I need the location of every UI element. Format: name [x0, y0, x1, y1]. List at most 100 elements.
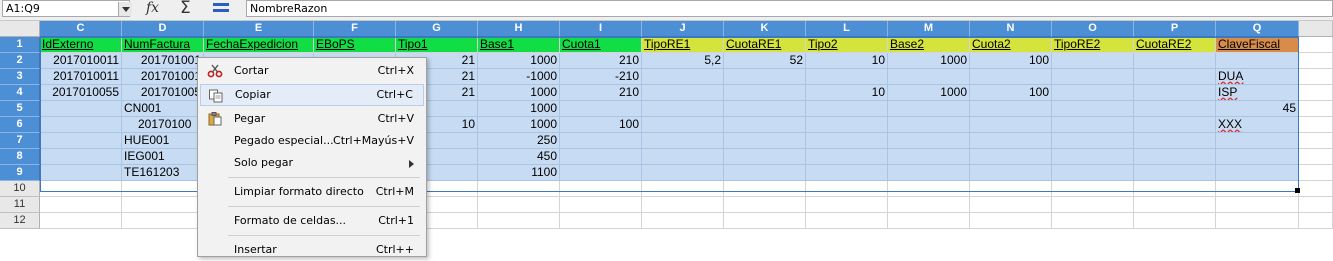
cell[interactable] [970, 133, 1052, 149]
menu-item-cortar[interactable]: Cortar Ctrl+X [200, 60, 424, 82]
column-header-d[interactable]: D [122, 21, 204, 37]
cell[interactable]: XXX [1216, 117, 1299, 133]
cell[interactable] [642, 133, 724, 149]
cell[interactable] [642, 149, 724, 165]
cell[interactable]: 2017010011 [40, 53, 122, 69]
menu-item-pegar[interactable]: Pegar Ctrl+V [200, 108, 424, 130]
cell[interactable] [642, 213, 724, 229]
cell[interactable]: 10 [806, 53, 888, 69]
header-cell[interactable]: Cuota1 [560, 37, 642, 53]
header-cell[interactable]: Tipo2 [806, 37, 888, 53]
header-cell[interactable]: EBoPS [314, 37, 396, 53]
cell[interactable] [1134, 213, 1216, 229]
column-header-o[interactable]: O [1052, 21, 1134, 37]
header-cell[interactable]: FechaExpedicion [204, 37, 314, 53]
row-header[interactable]: 2 [0, 53, 40, 69]
cell[interactable]: 5,2 [642, 53, 724, 69]
cell[interactable] [1299, 53, 1333, 69]
cell[interactable]: 10 [806, 85, 888, 101]
cell[interactable]: 201701001 [122, 69, 204, 85]
row-header[interactable]: 5 [0, 101, 40, 117]
cell[interactable] [806, 165, 888, 181]
cell[interactable] [970, 117, 1052, 133]
cell[interactable]: 210 [560, 85, 642, 101]
column-header-r[interactable] [1299, 21, 1333, 37]
cell[interactable] [888, 197, 970, 213]
cell[interactable] [122, 197, 204, 213]
cell[interactable] [40, 149, 122, 165]
cell[interactable] [1134, 85, 1216, 101]
cell[interactable]: 1000 [478, 85, 560, 101]
cell[interactable] [724, 101, 806, 117]
function-wizard-icon[interactable]: fx [146, 0, 159, 16]
column-header-p[interactable]: P [1134, 21, 1216, 37]
menu-item-limpiar-formato[interactable]: Limpiar formato directo Ctrl+M [200, 181, 424, 203]
row-header[interactable]: 11 [0, 197, 40, 213]
cell[interactable] [1134, 165, 1216, 181]
cell[interactable] [806, 197, 888, 213]
cell[interactable] [806, 101, 888, 117]
cell[interactable] [888, 117, 970, 133]
cell[interactable] [970, 181, 1052, 197]
cell[interactable] [888, 165, 970, 181]
cell[interactable] [806, 133, 888, 149]
cell[interactable]: TE161203 [122, 165, 204, 181]
column-header-n[interactable]: N [970, 21, 1052, 37]
cell[interactable]: HUE001 [122, 133, 204, 149]
cell[interactable] [970, 213, 1052, 229]
formula-icon[interactable] [213, 3, 229, 13]
menu-item-insertar[interactable]: Insertar Ctrl++ [200, 239, 424, 261]
formula-input[interactable]: NombreRazon [246, 0, 1333, 17]
row-header[interactable]: 4 [0, 85, 40, 101]
cell[interactable] [122, 213, 204, 229]
header-cell[interactable]: CuotaRE1 [724, 37, 806, 53]
cell[interactable] [1052, 197, 1134, 213]
row-header[interactable]: 8 [0, 149, 40, 165]
menu-item-formato-celdas[interactable]: Formato de celdas... Ctrl+1 [200, 210, 424, 232]
cell[interactable] [1299, 117, 1333, 133]
menu-item-copiar[interactable]: Copiar Ctrl+C [200, 84, 424, 106]
cell[interactable] [724, 149, 806, 165]
cell[interactable] [1052, 213, 1134, 229]
cell[interactable] [1134, 117, 1216, 133]
cell[interactable] [806, 69, 888, 85]
cell[interactable] [888, 101, 970, 117]
cell[interactable] [806, 213, 888, 229]
cell[interactable]: 20170100 [122, 117, 204, 133]
cell[interactable] [1299, 149, 1333, 165]
cell[interactable] [560, 149, 642, 165]
cell[interactable] [1216, 197, 1299, 213]
cell[interactable] [1216, 165, 1299, 181]
cell[interactable] [1134, 53, 1216, 69]
cell[interactable] [888, 69, 970, 85]
header-cell[interactable]: ClaveFiscal [1216, 37, 1299, 53]
cell[interactable]: DUA [1216, 69, 1299, 85]
cell[interactable]: 201701001 [122, 53, 204, 69]
cell[interactable] [888, 133, 970, 149]
cell[interactable] [888, 213, 970, 229]
column-header-g[interactable]: G [396, 21, 478, 37]
cell[interactable] [724, 117, 806, 133]
cell[interactable] [1134, 149, 1216, 165]
cell[interactable]: 1000 [478, 53, 560, 69]
cell[interactable] [1052, 53, 1134, 69]
cell[interactable] [560, 133, 642, 149]
cell[interactable] [642, 69, 724, 85]
cell[interactable] [970, 149, 1052, 165]
cell[interactable] [1216, 181, 1299, 197]
cell[interactable] [1216, 53, 1299, 69]
cell[interactable] [724, 181, 806, 197]
column-header-q[interactable]: Q [1216, 21, 1299, 37]
sum-icon[interactable]: Σ [180, 0, 191, 18]
cell[interactable] [642, 117, 724, 133]
cell[interactable] [724, 165, 806, 181]
cell[interactable] [888, 181, 970, 197]
cell[interactable] [642, 101, 724, 117]
cell[interactable]: ISP [1216, 85, 1299, 101]
cell[interactable] [1216, 213, 1299, 229]
chevron-down-icon[interactable] [118, 2, 132, 16]
cell[interactable] [806, 181, 888, 197]
cell[interactable]: 1100 [478, 165, 560, 181]
cell[interactable] [560, 213, 642, 229]
cell[interactable]: 450 [478, 149, 560, 165]
